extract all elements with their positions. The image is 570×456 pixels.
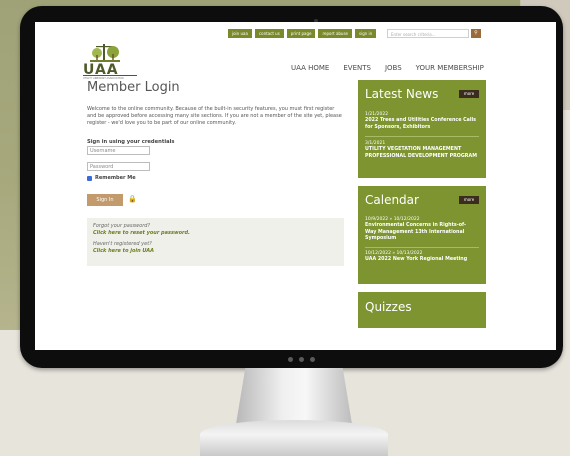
join-uaa-button[interactable]: join uaa <box>228 29 252 38</box>
event-item[interactable]: UAA 2022 New York Regional Meeting <box>365 257 477 264</box>
logo-divider <box>83 75 137 76</box>
reset-password-link[interactable]: Click here to reset your password. <box>93 230 190 236</box>
nav-your-membership[interactable]: YOUR MEMBERSHIP <box>416 64 484 72</box>
report-abuse-button[interactable]: report abuse <box>318 29 353 38</box>
calendar-more-button[interactable]: more <box>459 196 479 204</box>
news-item[interactable]: UTILITY VEGETATION MANAGEMENT PROFESSION… <box>365 147 477 160</box>
monitor-stand-base <box>200 420 388 456</box>
event-item[interactable]: Environmental Concerns in Rights-of-Way … <box>365 223 477 243</box>
event-date: 10/12/2022 » 10/13/2022 <box>365 251 423 256</box>
main-nav: UAA HOME EVENTS JOBS YOUR MEMBERSHIP <box>291 64 484 72</box>
username-field[interactable]: Username <box>87 146 150 155</box>
remember-me[interactable]: Remember Me <box>87 175 136 181</box>
nav-jobs[interactable]: JOBS <box>385 64 402 72</box>
news-date: 1/21/2022 <box>365 112 389 117</box>
utility-bar: join uaa contact us print page report ab… <box>228 29 377 38</box>
monitor-indicator-dots <box>288 357 315 362</box>
calendar-title: Calendar <box>365 193 419 207</box>
news-divider <box>365 136 479 137</box>
password-field[interactable]: Password <box>87 162 150 171</box>
calendar-panel: Calendar more 10/9/2022 » 10/12/2022 Env… <box>358 186 486 284</box>
quizzes-panel: Quizzes <box>358 292 486 328</box>
join-uaa-link[interactable]: Click here to join UAA <box>93 248 154 254</box>
lock-icon: 🔒 <box>128 195 137 203</box>
latest-news-title: Latest News <box>365 87 439 101</box>
remember-checkbox[interactable] <box>87 175 92 181</box>
forgot-password-text: Forgot your password? <box>93 223 151 229</box>
website-screen: join uaa contact us print page report ab… <box>35 22 556 350</box>
monitor-stand-neck <box>236 368 352 424</box>
search-input[interactable]: Enter search criteria... <box>387 29 469 38</box>
news-date: 3/1/2021 <box>365 141 386 146</box>
quizzes-title[interactable]: Quizzes <box>365 300 412 314</box>
nav-events[interactable]: EVENTS <box>343 64 371 72</box>
news-item[interactable]: 2022 Trees and Utilities Conference Call… <box>365 118 477 131</box>
intro-text: Welcome to the online community. Because… <box>87 106 342 126</box>
page-title: Member Login <box>87 80 180 95</box>
news-more-button[interactable]: more <box>459 90 479 98</box>
credentials-heading: Sign in using your credentials <box>87 139 175 145</box>
nav-uaa-home[interactable]: UAA HOME <box>291 64 329 72</box>
not-registered-text: Haven't registered yet? <box>93 241 152 247</box>
event-date: 10/9/2022 » 10/12/2022 <box>365 217 420 222</box>
search-icon[interactable]: ⚲ <box>471 29 481 38</box>
latest-news-panel: Latest News more 1/21/2022 2022 Trees an… <box>358 80 486 178</box>
sign-in-button[interactable]: Sign In <box>87 194 123 206</box>
contact-us-button[interactable]: contact us <box>254 29 284 38</box>
sign-in-link[interactable]: sign in <box>355 29 377 38</box>
print-page-button[interactable]: print page <box>286 29 316 38</box>
help-box: Forgot your password? Click here to rese… <box>87 218 344 266</box>
calendar-divider <box>365 247 479 248</box>
remember-label: Remember Me <box>95 175 136 181</box>
